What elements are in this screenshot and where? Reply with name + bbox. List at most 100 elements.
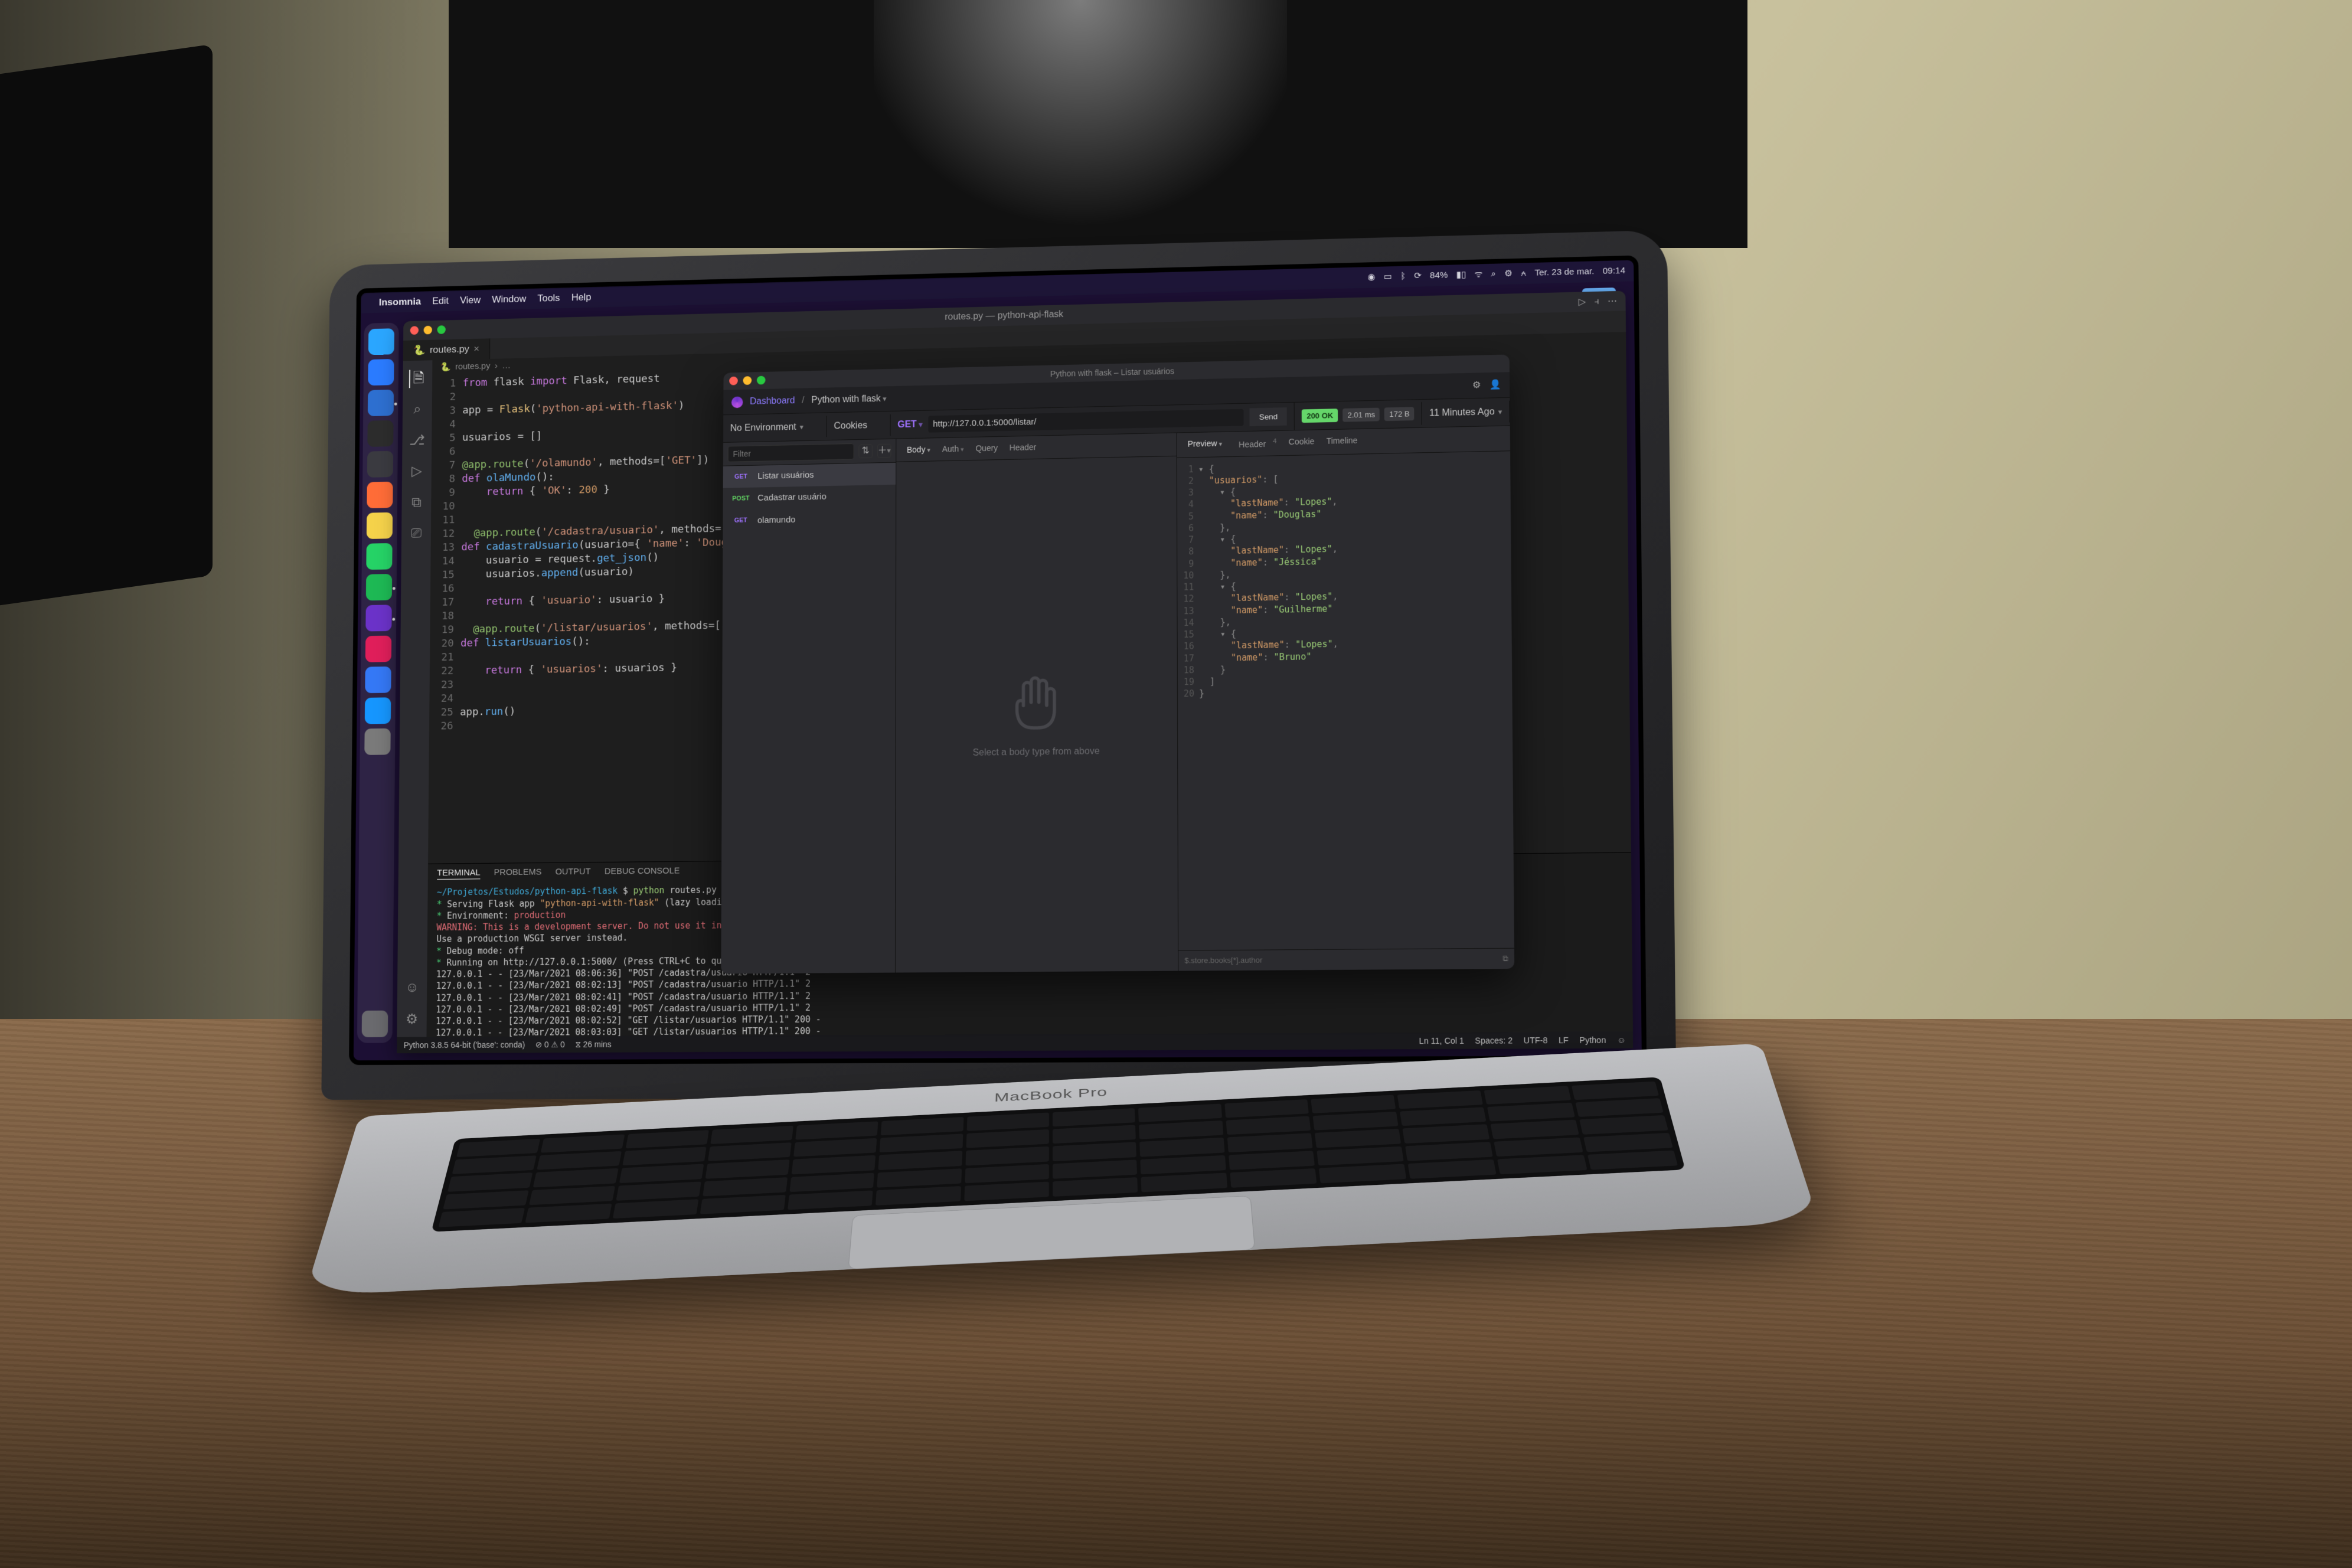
add-request-icon[interactable]: ＋ [877,444,891,458]
dock-safari[interactable] [368,359,394,386]
gear-icon[interactable]: ⚙ [403,1010,420,1029]
send-button[interactable]: Send [1250,407,1287,426]
dock-system-prefs[interactable] [364,729,391,755]
environment-dropdown[interactable]: No Environment [723,416,827,439]
breadcrumb-dashboard[interactable]: Dashboard [750,394,795,408]
split-editor-icon[interactable]: ⫞ [1594,296,1599,309]
debug-icon[interactable]: ▷ [408,462,425,481]
tab-output[interactable]: OUTPUT [556,866,591,878]
status-chip: 200 OK [1302,409,1338,423]
menu-tools[interactable]: Tools [537,292,560,305]
status-battery[interactable]: 84% [1430,270,1448,282]
status-sync-icon[interactable]: ⟳ [1414,270,1422,282]
request-cadastrar-usu-rio[interactable]: POST Cadastrar usuário [723,485,896,510]
status-user-icon[interactable]: ⍲ [1521,267,1526,279]
request-sidebar: ⇅ ＋ GET Listar usuáriosPOST Cadastrar us… [721,439,896,974]
account-icon[interactable]: ☺ [404,979,421,998]
vscode-tab-routes[interactable]: 🐍 routes.py × [403,338,491,361]
breadcrumb-more: … [502,360,511,372]
explorer-icon[interactable]: 🗎 [409,370,426,388]
tab-terminal[interactable]: TERMINAL [437,867,480,880]
response-pane: Preview Header 4 Cookie Timeline 1▾ {2"u… [1177,426,1515,971]
dock-notes[interactable] [367,512,393,539]
http-method-dropdown[interactable]: GET [897,418,922,431]
zoom-icon[interactable] [437,325,445,334]
breadcrumb-workspace[interactable]: Python with flask [811,393,886,407]
request-olamundo[interactable]: GET olamundo [723,507,896,533]
response-json[interactable]: 1▾ {2"usuarios": [3▾ {4"lastName": "Lope… [1177,451,1514,950]
filter-input[interactable] [728,443,854,462]
menubar-app-name[interactable]: Insomnia [379,295,421,309]
dock-trash-icon[interactable] [362,1011,388,1037]
dock-spotify[interactable] [366,574,392,600]
minimize-icon[interactable] [424,326,432,335]
minimize-icon[interactable] [743,376,752,385]
source-control-icon[interactable]: ⎇ [409,432,426,450]
status-search-icon[interactable]: ⌕ [1491,268,1496,280]
account-icon[interactable]: 👤 [1489,378,1501,391]
status-cursor[interactable]: Ln 11, Col 1 [1419,1035,1464,1046]
dock-app-store[interactable] [365,697,391,724]
status-display-icon[interactable]: ▭ [1384,271,1392,283]
menu-window[interactable]: Window [492,292,526,306]
dock-whatsapp[interactable] [366,543,392,570]
status-date[interactable]: Ter. 23 de mar. [1534,266,1594,279]
status-record-icon[interactable]: ◉ [1367,272,1375,283]
menu-view[interactable]: View [460,293,481,307]
status-encoding[interactable]: UTF-8 [1524,1035,1548,1046]
copy-icon[interactable]: ⧉ [1502,953,1508,964]
remote-icon[interactable]: ⎚ [407,524,424,543]
tab-resp-header[interactable]: Header 4 [1229,435,1282,453]
dock-mail[interactable] [365,667,391,693]
dock-terminal[interactable] [367,420,393,447]
status-time[interactable]: 09:14 [1603,265,1626,277]
history-dropdown[interactable]: 11 Minutes Ago [1422,401,1510,425]
tab-timeline[interactable]: Timeline [1322,433,1363,451]
tab-debug-console[interactable]: DEBUG CONSOLE [605,865,680,878]
vscode-run-buttons: ▷ ⫞ ⋯ [1579,295,1618,309]
jsonpath-hint[interactable]: $.store.books[*].author [1184,955,1262,966]
tab-header[interactable]: Header [1005,439,1041,456]
zoom-icon[interactable] [757,376,766,385]
tab-cookie[interactable]: Cookie [1284,433,1319,451]
status-time-tracker[interactable]: ⧖ 26 mins [575,1039,611,1050]
dock-insomnia[interactable] [365,605,391,631]
cookies-button[interactable]: Cookies [827,414,891,437]
more-icon[interactable]: ⋯ [1608,295,1618,308]
extensions-icon[interactable]: ⧉ [408,493,425,512]
sort-icon[interactable]: ⇅ [858,444,873,458]
status-indent[interactable]: Spaces: 2 [1475,1035,1513,1046]
status-bluetooth-icon[interactable]: ᛒ [1400,270,1406,282]
tab-body[interactable]: Body [902,442,935,458]
status-language[interactable]: Python [1579,1034,1606,1046]
search-icon[interactable]: ⌕ [409,400,426,419]
status-diagnostics[interactable]: ⊘ 0 ⚠ 0 [535,1039,565,1050]
tab-query[interactable]: Query [971,440,1002,457]
request-listar-usu-rios[interactable]: GET Listar usuários [723,463,896,488]
insomnia-logo-icon[interactable] [731,396,743,408]
dock-finder[interactable] [368,328,394,355]
status-eol[interactable]: LF [1559,1034,1569,1046]
close-icon[interactable] [729,377,738,386]
dock-vscode[interactable] [368,390,394,416]
tab-filename: routes.py [430,342,469,357]
tab-problems[interactable]: PROBLEMS [494,867,542,880]
menu-help[interactable]: Help [571,291,592,305]
status-feedback-icon[interactable]: ☺ [1617,1034,1626,1046]
settings-gear-icon[interactable]: ⚙ [1472,379,1481,392]
status-control-center-icon[interactable]: ⚙ [1504,268,1513,280]
status-battery-icon[interactable]: ▮▯ [1456,269,1466,281]
dock-postman[interactable] [367,482,393,508]
status-interpreter[interactable]: Python 3.8.5 64-bit ('base': conda) [404,1039,525,1050]
tab-auth[interactable]: Auth [937,441,969,458]
tab-close-icon[interactable]: × [473,342,479,355]
run-icon[interactable]: ▷ [1579,296,1586,309]
tab-preview[interactable]: Preview [1183,436,1227,454]
status-wifi-icon[interactable]: ᯤ [1474,269,1482,280]
dock-files[interactable] [367,451,393,478]
menu-edit[interactable]: Edit [432,295,449,308]
dock-slack[interactable] [365,636,391,662]
url-input[interactable] [928,409,1244,433]
request-list: GET Listar usuáriosPOST Cadastrar usuári… [723,463,896,533]
close-icon[interactable] [410,326,419,335]
